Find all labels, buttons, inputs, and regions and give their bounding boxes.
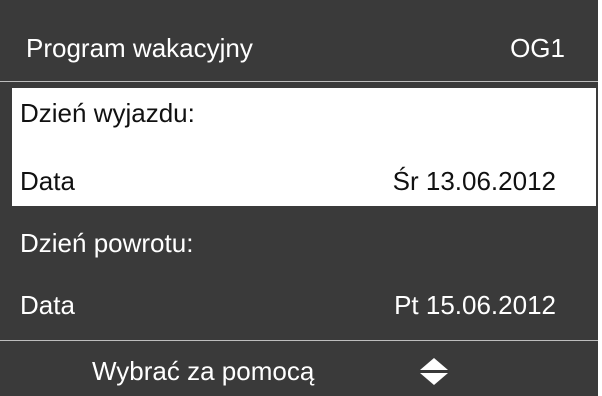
screen: Program wakacyjny OG1 Dzień wyjazdu: Dat…: [0, 0, 602, 396]
return-date-row[interactable]: Data Pt 15.06.2012: [12, 280, 598, 330]
return-day-label: Dzień powrotu:: [20, 228, 194, 258]
departure-section[interactable]: Dzień wyjazdu: Data Śr 13.06.2012: [12, 88, 596, 206]
departure-date-row[interactable]: Data Śr 13.06.2012: [12, 156, 596, 206]
page-title: Program wakacyjny: [26, 33, 253, 63]
departure-day-row[interactable]: Dzień wyjazdu:: [12, 88, 596, 138]
vacation-program-panel: Program wakacyjny OG1 Dzień wyjazdu: Dat…: [0, 0, 598, 396]
selection-hint: Wybrać za pomocą: [92, 356, 315, 386]
departure-day-label: Dzień wyjazdu:: [20, 98, 195, 128]
header: Program wakacyjny OG1: [0, 0, 598, 82]
return-date-label: Data: [20, 290, 75, 320]
return-day-row[interactable]: Dzień powrotu:: [12, 218, 598, 268]
departure-date-label: Data: [20, 166, 75, 196]
up-down-arrows-icon: [420, 358, 448, 385]
heating-circuit-code: OG1: [510, 33, 565, 63]
footer-hint-bar: Wybrać za pomocą: [0, 340, 598, 396]
departure-date-value: Śr 13.06.2012: [392, 166, 556, 196]
return-date-value: Pt 15.06.2012: [394, 290, 556, 320]
